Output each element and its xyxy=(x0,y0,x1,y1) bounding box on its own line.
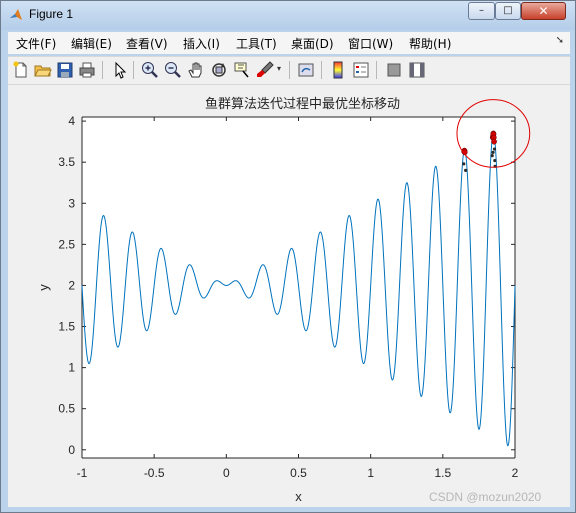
x-tick-label: -1 xyxy=(77,466,88,480)
save-icon[interactable] xyxy=(55,60,75,80)
y-tick-label: 2.5 xyxy=(58,237,75,251)
minimize-button[interactable]: – xyxy=(468,2,495,20)
figure-canvas: -1 -0.5 0 0.5 1 1.5 2 0 0.5 1 1.5 2 2.5 3 3.5 4 鱼群算法迭代过程… xyxy=(8,85,570,507)
zoom-in-icon[interactable] xyxy=(140,60,160,80)
menu-dock-arrow-icon[interactable]: ➘ xyxy=(556,35,564,46)
y-axis-label: y xyxy=(36,284,51,291)
figure-window: Figure 1 – □ ✕ 文件(F) 编辑(E) 查看(V) 插入(I) 工… xyxy=(0,0,576,513)
x-tick-label: 1.5 xyxy=(434,466,451,480)
zoom-out-icon[interactable] xyxy=(163,60,183,80)
y-tick-label: 3.5 xyxy=(58,155,75,169)
plot-area[interactable]: -1 -0.5 0 0.5 1 1.5 2 0 0.5 1 1.5 2 2.5 3 3.5 4 鱼群算法迭代过程… xyxy=(8,85,570,507)
brush-icon[interactable] xyxy=(255,60,275,80)
menu-window[interactable]: 窗口(W) xyxy=(348,35,393,52)
x-tick-label: 2 xyxy=(512,466,519,480)
y-tick-label: 2 xyxy=(68,278,75,292)
y-tick-label: 0 xyxy=(68,443,75,457)
best-point-marker xyxy=(491,138,497,145)
y-tick-label: 0.5 xyxy=(58,402,75,416)
y-tick-label: 3 xyxy=(68,196,75,210)
scatter-point xyxy=(464,168,468,173)
open-file-icon[interactable] xyxy=(33,60,53,80)
colorbar-icon[interactable] xyxy=(328,60,348,80)
matlab-logo-icon xyxy=(10,9,22,20)
hide-plot-tools-icon[interactable] xyxy=(384,60,404,80)
y-tick-label: 1 xyxy=(68,361,75,375)
show-plot-tools-icon[interactable] xyxy=(407,60,427,80)
legend-icon[interactable] xyxy=(351,60,371,80)
x-tick-label: -0.5 xyxy=(144,466,165,480)
link-plot-icon[interactable] xyxy=(296,60,316,80)
menu-help[interactable]: 帮助(H) xyxy=(409,35,451,52)
toolbar-separator xyxy=(289,61,290,79)
toolbar-separator xyxy=(321,61,322,79)
menu-insert[interactable]: 插入(I) xyxy=(183,35,220,52)
scatter-point xyxy=(491,150,495,154)
toolbar-separator xyxy=(133,61,134,79)
new-figure-icon[interactable] xyxy=(11,60,31,80)
toolbar-separator xyxy=(376,61,377,79)
edit-plot-arrow-icon[interactable] xyxy=(109,60,129,80)
y-tick-label: 4 xyxy=(68,114,75,128)
menu-edit[interactable]: 编辑(E) xyxy=(71,35,112,52)
x-axis-label: x xyxy=(295,489,302,504)
brush-dropdown-icon[interactable]: ▾ xyxy=(277,64,281,73)
window-title: Figure 1 xyxy=(29,7,74,21)
figure-toolbar: ▾ xyxy=(8,56,570,85)
chart-title: 鱼群算法迭代过程中最优坐标移动 xyxy=(205,96,400,112)
scatter-point xyxy=(492,147,497,151)
x-tick-label: 0.5 xyxy=(290,466,307,480)
maximize-button[interactable]: □ xyxy=(495,2,521,20)
menu-view[interactable]: 查看(V) xyxy=(126,35,168,52)
menu-tools[interactable]: 工具(T) xyxy=(236,35,277,52)
scatter-point xyxy=(493,158,497,163)
csdn-watermark: CSDN @mozun2020 xyxy=(429,490,542,504)
pan-hand-icon[interactable] xyxy=(186,60,206,80)
print-icon[interactable] xyxy=(77,60,97,80)
menu-bar: 文件(F) 编辑(E) 查看(V) 插入(I) 工具(T) 桌面(D) 窗口(W… xyxy=(8,32,570,54)
title-bar[interactable]: Figure 1 – □ ✕ xyxy=(1,1,575,30)
menu-desktop[interactable]: 桌面(D) xyxy=(291,35,334,52)
x-tick-label: 1 xyxy=(367,466,374,480)
toolbar-separator xyxy=(102,61,103,79)
scatter-point xyxy=(462,162,466,166)
scatter-point xyxy=(490,154,494,158)
data-cursor-icon[interactable] xyxy=(232,60,252,80)
y-tick-label: 1.5 xyxy=(58,320,75,334)
x-tick-label: 0 xyxy=(223,466,230,480)
menu-file[interactable]: 文件(F) xyxy=(16,35,56,52)
rotate-3d-icon[interactable] xyxy=(209,60,229,80)
close-button[interactable]: ✕ xyxy=(521,2,566,20)
